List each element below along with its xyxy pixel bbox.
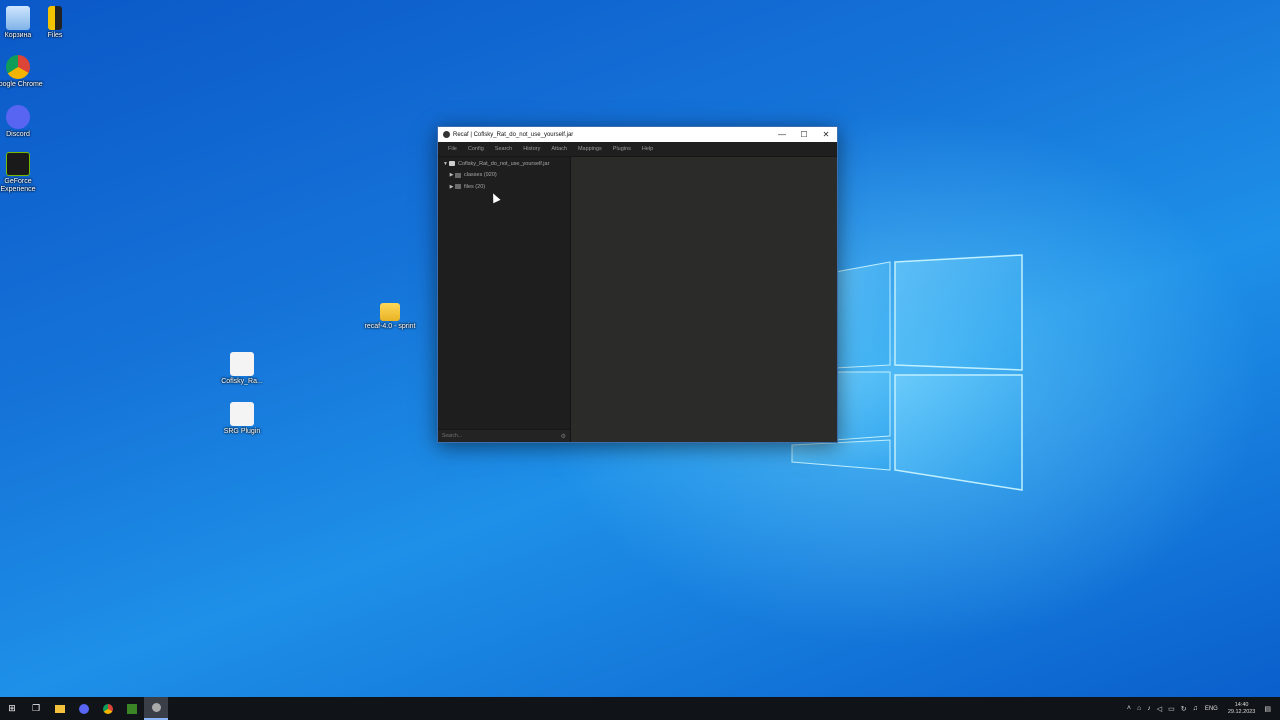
clock-date: 29.12.2023 xyxy=(1227,708,1256,715)
minimize-button[interactable]: — xyxy=(771,127,793,142)
tree-search-bar: ⚙ xyxy=(438,429,570,442)
menu-mappings[interactable]: Mappings xyxy=(574,146,609,152)
microphone-icon[interactable]: ♪ xyxy=(1147,705,1151,712)
speaker-icon[interactable]: ♫ xyxy=(1193,705,1198,712)
desktop-icon-srg-plugin[interactable]: SRG Plugin xyxy=(212,402,272,436)
desktop-icon-chrome[interactable]: Google Chrome xyxy=(0,55,48,89)
menu-help[interactable]: Help xyxy=(638,146,660,152)
recaf-icon xyxy=(443,131,450,138)
chevron-down-icon[interactable]: ▼ xyxy=(442,161,449,167)
close-button[interactable]: ✕ xyxy=(815,127,837,142)
maximize-button[interactable]: ☐ xyxy=(793,127,815,142)
tree-item-files[interactable]: ▶ files (20) xyxy=(438,181,570,193)
discord-icon xyxy=(6,105,30,129)
menu-file[interactable]: File xyxy=(444,146,464,152)
menu-config[interactable]: Config xyxy=(464,146,491,152)
folder-icon xyxy=(455,184,461,190)
files-icon xyxy=(48,6,62,30)
menu-plugins[interactable]: Plugins xyxy=(609,146,638,152)
desktop-icon-label: GeForce Experience xyxy=(0,178,36,193)
menu-history[interactable]: History xyxy=(519,146,547,152)
network-icon[interactable]: ⌂ xyxy=(1137,705,1141,712)
nvidia-icon xyxy=(6,152,30,176)
chevron-right-icon[interactable]: ▶ xyxy=(448,184,455,190)
recaf-window[interactable]: Recaf | Coflsky_Rat_do_not_use_yourself.… xyxy=(437,126,838,443)
task-view-icon[interactable]: ❐ xyxy=(24,697,48,720)
chrome-icon[interactable] xyxy=(96,697,120,720)
sync-icon[interactable]: ↻ xyxy=(1181,705,1187,713)
menu-search[interactable]: Search xyxy=(491,146,519,152)
chevron-up-icon[interactable]: ˄ xyxy=(1127,705,1131,712)
workspace-tree: ▼ Coflsky_Rat_do_not_use_yourself.jar ▶ … xyxy=(438,157,571,442)
java-jar-icon xyxy=(230,352,254,376)
start-icon[interactable]: ⊞ xyxy=(0,697,24,720)
file-explorer-icon[interactable] xyxy=(48,697,72,720)
clock[interactable]: 14:40 29.12.2023 xyxy=(1228,702,1256,716)
tree-root-label: Coflsky_Rat_do_not_use_yourself.jar xyxy=(458,160,550,167)
desktop-icon-label: Discord xyxy=(6,131,30,138)
desktop-icon-discord[interactable]: Discord xyxy=(0,105,48,139)
desktop-icon-files[interactable]: Files xyxy=(25,6,85,40)
desktop-icon-recaf-folder[interactable]: recaf-4.0 - sprint xyxy=(360,303,420,331)
desktop-icon-label: SRG Plugin xyxy=(223,428,261,435)
minecraft-icon[interactable] xyxy=(120,697,144,720)
jar-icon xyxy=(449,161,455,167)
desktop-icon-label: recaf-4.0 - sprint xyxy=(364,323,416,330)
chrome-icon xyxy=(6,55,30,79)
clock-time: 14:40 xyxy=(1234,701,1249,708)
volume-icon[interactable]: ◁ xyxy=(1157,705,1162,713)
window-titlebar[interactable]: Recaf | Coflsky_Rat_do_not_use_yourself.… xyxy=(438,127,837,142)
search-options-icon[interactable]: ⚙ xyxy=(561,433,566,440)
java-jar-icon xyxy=(230,402,254,426)
menu-bar: File Config Search History Attach Mappin… xyxy=(438,142,837,157)
window-title: Recaf | Coflsky_Rat_do_not_use_yourself.… xyxy=(453,131,574,138)
notifications-icon[interactable]: ▤ xyxy=(1264,705,1271,713)
tree-search-input[interactable] xyxy=(438,432,554,440)
language-indicator[interactable]: ENG xyxy=(1205,706,1218,712)
tree-root[interactable]: ▼ Coflsky_Rat_do_not_use_yourself.jar xyxy=(438,158,570,170)
desktop-icon-label: Coflsky_Ra... xyxy=(221,378,263,385)
editor-area[interactable] xyxy=(571,157,837,442)
tree-item-label: files (20) xyxy=(464,183,486,190)
folder-icon xyxy=(455,172,461,178)
desktop-icon-coflsky-jar[interactable]: Coflsky_Ra... xyxy=(212,352,272,386)
tree-item-classes[interactable]: ▶ classes (920) xyxy=(438,170,570,182)
recaf-taskbar-icon[interactable] xyxy=(144,697,168,720)
desktop-icon-geforce[interactable]: GeForce Experience xyxy=(0,152,48,194)
discord-icon[interactable] xyxy=(72,697,96,720)
system-tray: ˄ ⌂ ♪ ◁ ▭ ↻ ♫ ENG 14:40 29.12.2023 ▤ xyxy=(1124,702,1280,716)
display-icon[interactable]: ▭ xyxy=(1168,705,1175,713)
desktop-icon-label: Google Chrome xyxy=(0,81,43,88)
desktop-icon-label: Files xyxy=(47,32,63,39)
folder-icon xyxy=(380,303,400,321)
chevron-right-icon[interactable]: ▶ xyxy=(448,172,455,178)
tree-item-label: classes (920) xyxy=(464,172,497,179)
menu-attach[interactable]: Attach xyxy=(547,146,574,152)
taskbar: ⊞ ❐ ˄ ⌂ ♪ ◁ ▭ ↻ ♫ ENG 14:40 29.12.2023 ▤ xyxy=(0,697,1280,720)
